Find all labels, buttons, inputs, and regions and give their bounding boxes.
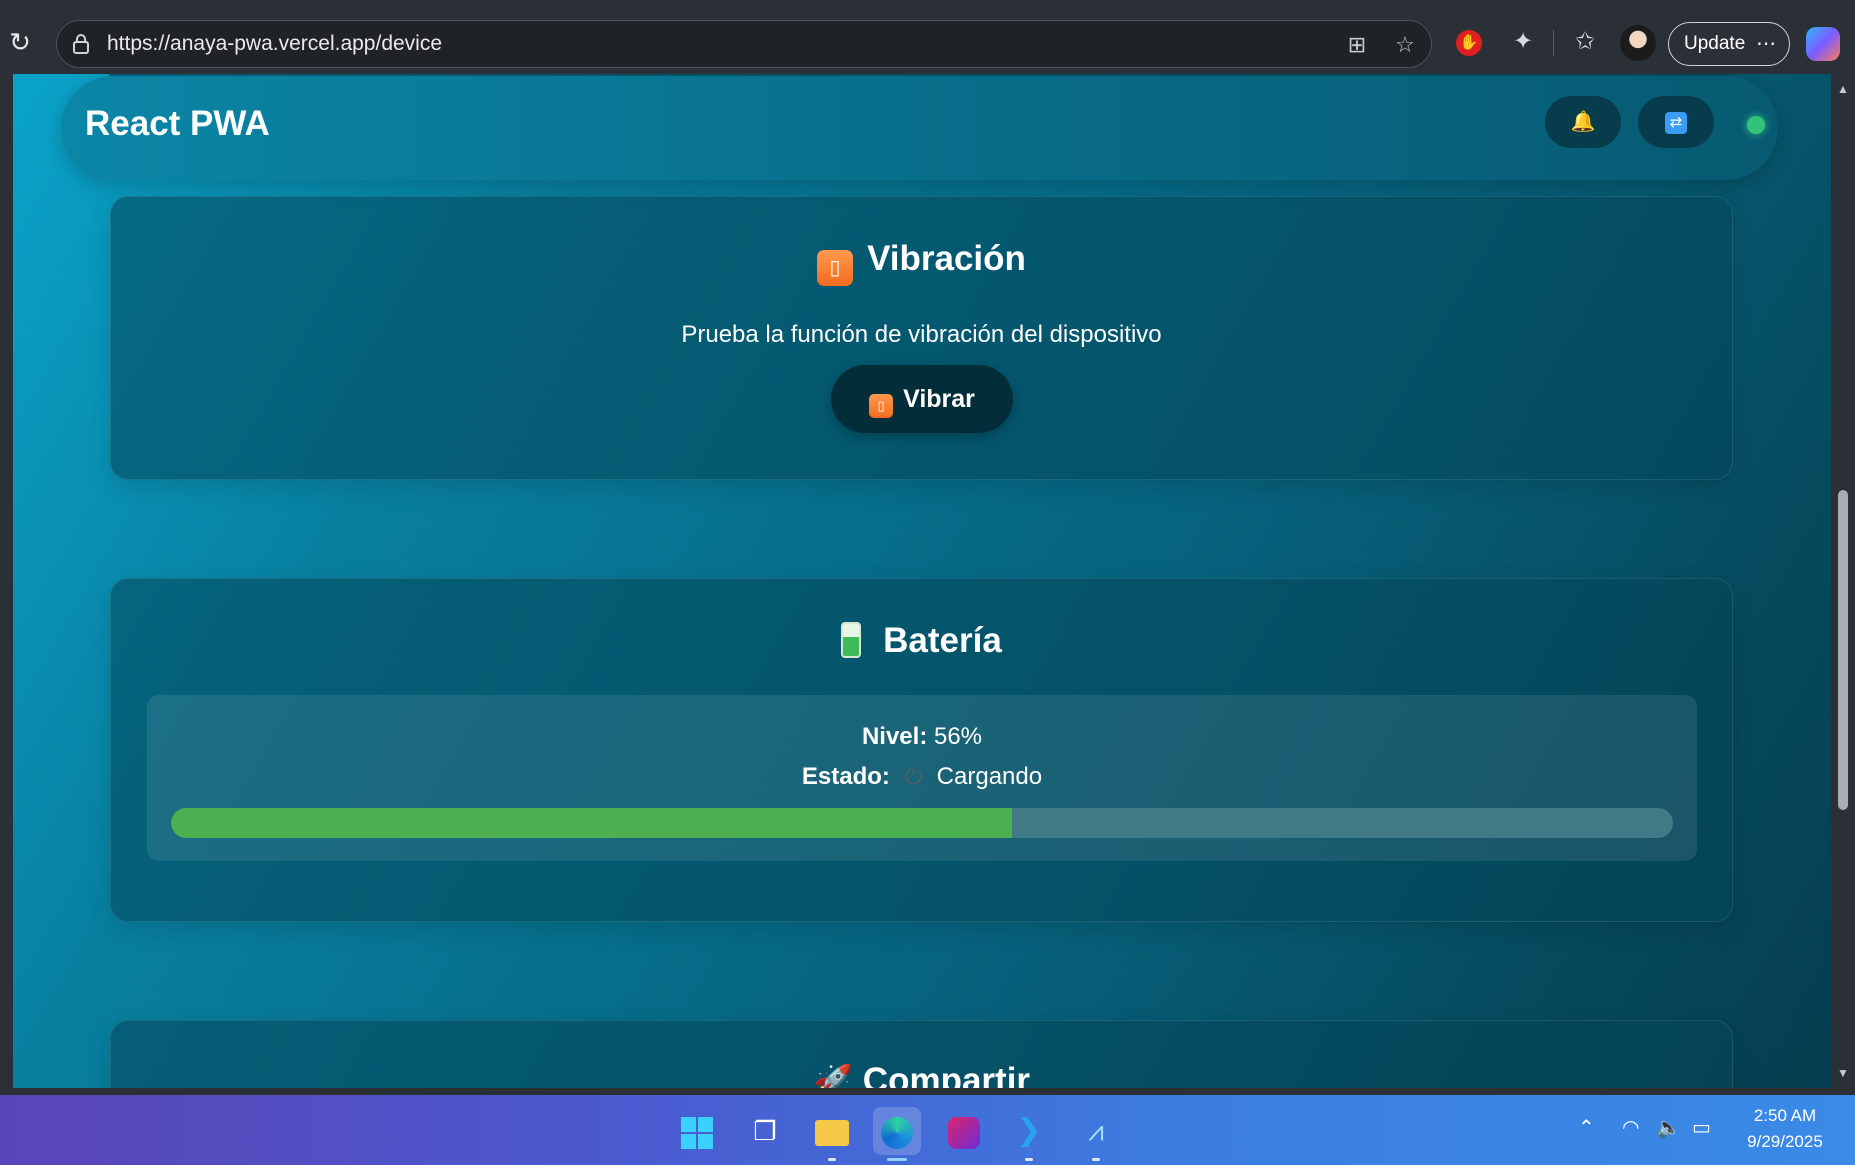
battery-title-text: Batería — [883, 621, 1002, 660]
edge-browser-icon[interactable] — [873, 1107, 921, 1161]
vibration-mode-icon: ▯ — [869, 394, 894, 418]
battery-progress-bar — [171, 808, 1673, 838]
page-viewport: React PWA 🔔 ⇄ ▯ Vibración Prueba la funci… — [13, 74, 1831, 1088]
vibration-card: ▯ Vibración Prueba la función de vibració… — [110, 196, 1733, 480]
notifications-button[interactable]: 🔔 — [1545, 96, 1621, 148]
share-title-text: Compartir — [862, 1061, 1031, 1088]
wifi-icon[interactable]: ◠ — [1622, 1115, 1639, 1140]
app-header: React PWA 🔔 ⇄ — [61, 76, 1778, 180]
toolbar-divider — [1553, 30, 1554, 56]
battery-status-value: Cargando — [936, 763, 1043, 790]
battery-level-line: Nivel: 56% — [147, 723, 1697, 751]
running-indicator — [1092, 1158, 1100, 1161]
more-options-icon[interactable]: ⋯ — [1756, 23, 1777, 65]
bell-icon: 🔔 — [1570, 111, 1596, 133]
electric-plug-icon: ⏻ — [904, 764, 922, 789]
battery-status-line: Estado: ⏻ Cargando — [147, 763, 1697, 791]
reload-icon[interactable]: ↻ — [6, 28, 34, 56]
url-text[interactable]: https://anaya-pwa.vercel.app/device — [107, 32, 442, 56]
vscode-icon[interactable]: ❯ — [1005, 1107, 1053, 1161]
running-indicator — [828, 1158, 836, 1161]
scroll-thumb[interactable] — [1838, 490, 1848, 810]
vibration-description: Prueba la función de vibración del dispo… — [681, 321, 1162, 348]
share-card: 🚀 Compartir — [110, 1020, 1733, 1088]
blocker-extension-icon[interactable]: ✋ — [1456, 30, 1482, 56]
start-button[interactable] — [673, 1107, 721, 1155]
file-explorer-icon[interactable] — [808, 1107, 856, 1161]
favorite-star-icon[interactable]: ☆ — [1391, 31, 1419, 59]
vibration-mode-icon: ▯ — [817, 250, 854, 286]
vibration-title-text: Vibración — [867, 239, 1026, 278]
windows-logo-icon — [681, 1117, 713, 1150]
battery-level-value: 56% — [933, 723, 983, 750]
rocket-icon: 🚀 — [812, 1063, 853, 1088]
battery-level-label: Nivel: — [861, 723, 928, 750]
online-status-dot — [1747, 116, 1765, 134]
clock-time: 2:50 AM — [1753, 1106, 1817, 1125]
battery-icon — [841, 622, 862, 658]
share-title: 🚀 Compartir — [111, 1061, 1732, 1088]
running-indicator — [1025, 1158, 1033, 1161]
battery-card: Batería Nivel: 56% Estado: ⏻ Cargando — [110, 578, 1733, 922]
volume-icon[interactable]: 🔈 — [1656, 1115, 1681, 1140]
windows-taskbar: ❐ ❯ ⩘ ⌃ ◠ 🔈 ▭ 2:50 AM 9/29/2025 — [0, 1095, 1855, 1165]
battery-progress-fill — [171, 808, 1013, 838]
app-available-icon[interactable]: ⊞ — [1343, 31, 1371, 59]
battery-title: Batería — [111, 621, 1732, 661]
favorites-icon[interactable]: ✩ — [1569, 26, 1601, 58]
refresh-button[interactable]: ⇄ — [1638, 96, 1714, 148]
azure-data-studio-icon[interactable]: ⩘ — [1072, 1107, 1120, 1161]
show-hidden-icons-chevron-icon[interactable]: ⌃ — [1578, 1115, 1595, 1140]
extensions-icon[interactable]: ✦ — [1507, 26, 1539, 58]
active-indicator — [887, 1158, 907, 1161]
update-button[interactable]: Update ⋯ — [1668, 22, 1790, 66]
profile-avatar[interactable] — [1620, 25, 1656, 61]
page-scrollbar[interactable]: ▲ ▼ — [1831, 74, 1855, 1088]
vibration-title: ▯ Vibración — [111, 239, 1732, 286]
battery-info-panel: Nivel: 56% Estado: ⏻ Cargando — [147, 695, 1697, 861]
task-view-icon[interactable]: ❐ — [741, 1107, 789, 1155]
battery-charging-icon[interactable]: ▭ — [1692, 1115, 1711, 1140]
update-label: Update — [1684, 33, 1746, 54]
app-icon-purple[interactable] — [940, 1107, 988, 1155]
lock-icon[interactable] — [71, 33, 91, 55]
clock-date: 9/29/2025 — [1747, 1132, 1823, 1151]
app-title: React PWA — [85, 104, 270, 143]
scroll-down-arrow-icon[interactable]: ▼ — [1837, 1066, 1849, 1080]
vibrate-button[interactable]: ▯ Vibrar — [831, 365, 1013, 433]
vibrate-button-label: Vibrar — [903, 385, 975, 413]
scroll-up-arrow-icon[interactable]: ▲ — [1837, 82, 1849, 96]
browser-toolbar: ↻ https://anaya-pwa.vercel.app/device ⊞ … — [0, 0, 1855, 74]
battery-status-label: Estado: — [801, 763, 890, 790]
address-bar[interactable]: https://anaya-pwa.vercel.app/device ⊞ ☆ — [56, 20, 1432, 68]
system-clock[interactable]: 2:50 AM 9/29/2025 — [1730, 1103, 1840, 1155]
copilot-icon[interactable] — [1806, 27, 1840, 61]
refresh-icon: ⇄ — [1665, 111, 1687, 134]
